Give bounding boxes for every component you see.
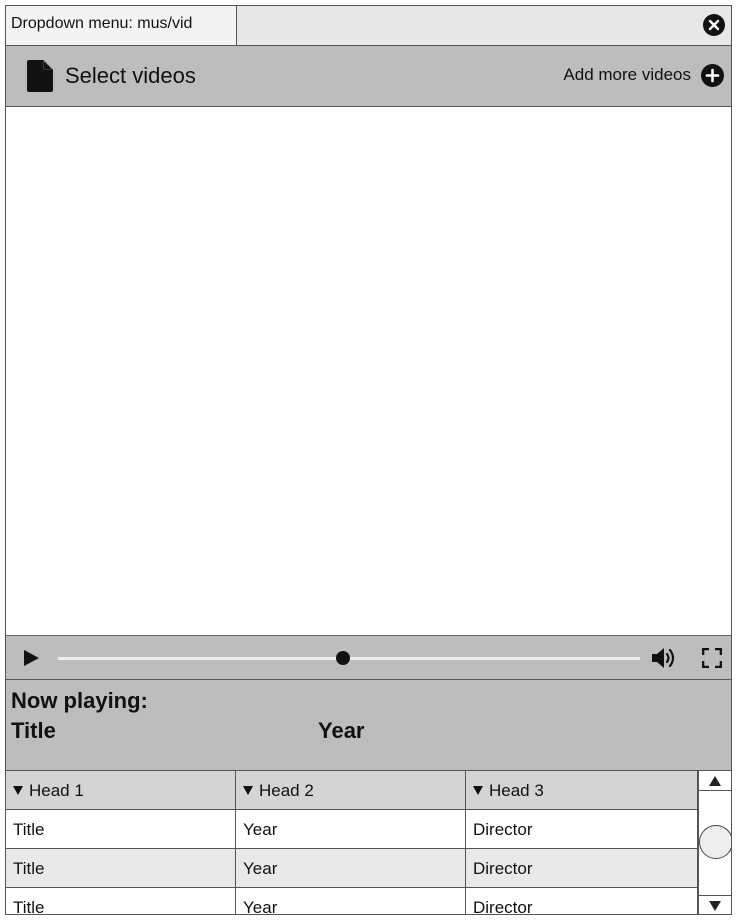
video-area[interactable] [6, 107, 731, 635]
page-title: Select videos [65, 63, 196, 88]
dropdown-menu[interactable]: Dropdown menu: mus/vid [6, 6, 237, 45]
play-icon[interactable] [22, 649, 40, 667]
top-bar: Dropdown menu: mus/vid [6, 6, 731, 46]
table-cell: Year [236, 849, 466, 887]
sort-caret-icon [13, 786, 23, 796]
now-playing-panel: Now playing: Title Year [6, 680, 731, 771]
table-cell: Year [236, 810, 466, 848]
video-selector-window: Dropdown menu: mus/vid Select videos Add… [5, 5, 732, 915]
table-header-row: Head 1 Head 2 Head 3 [6, 771, 698, 810]
header-bar: Select videos Add more videos [6, 46, 731, 107]
seek-bar[interactable] [58, 651, 640, 665]
scroll-thumb[interactable] [699, 825, 731, 859]
scroll-up-button[interactable] [699, 771, 731, 791]
plus-circle-icon[interactable] [701, 64, 724, 87]
close-icon[interactable] [703, 14, 725, 36]
now-playing-year: Year [318, 718, 365, 743]
table-cell: Director [466, 849, 698, 887]
column-header-label: Head 1 [29, 781, 84, 800]
player-controls [6, 635, 731, 680]
file-icon [27, 60, 53, 92]
table-row[interactable]: Title Year Director [6, 888, 698, 914]
column-header-label: Head 2 [259, 781, 314, 800]
column-header-2[interactable]: Head 2 [236, 771, 466, 809]
sort-caret-icon [473, 786, 483, 796]
table-cell: Director [466, 888, 698, 914]
now-playing-label: Now playing: [11, 688, 148, 713]
now-playing-title: Title [11, 718, 56, 743]
column-header-label: Head 3 [489, 781, 544, 800]
table-cell: Title [6, 849, 236, 887]
add-more-videos-link[interactable]: Add more videos [563, 65, 691, 85]
table-scrollbar[interactable] [698, 771, 731, 914]
videos-table: Head 1 Head 2 Head 3 Title Year Director… [6, 771, 698, 914]
table-cell: Title [6, 810, 236, 848]
table-row[interactable]: Title Year Director [6, 849, 698, 888]
fullscreen-icon[interactable] [702, 648, 722, 668]
scroll-down-button[interactable] [699, 895, 731, 914]
table-cell: Director [466, 810, 698, 848]
arrow-down-icon [709, 901, 721, 911]
column-header-1[interactable]: Head 1 [6, 771, 236, 809]
volume-icon[interactable] [651, 646, 677, 670]
seek-thumb[interactable] [336, 651, 351, 665]
table-cell: Year [236, 888, 466, 914]
sort-caret-icon [243, 786, 253, 796]
arrow-up-icon [709, 776, 721, 786]
column-header-3[interactable]: Head 3 [466, 771, 698, 809]
table-cell: Title [6, 888, 236, 914]
table-row[interactable]: Title Year Director [6, 810, 698, 849]
